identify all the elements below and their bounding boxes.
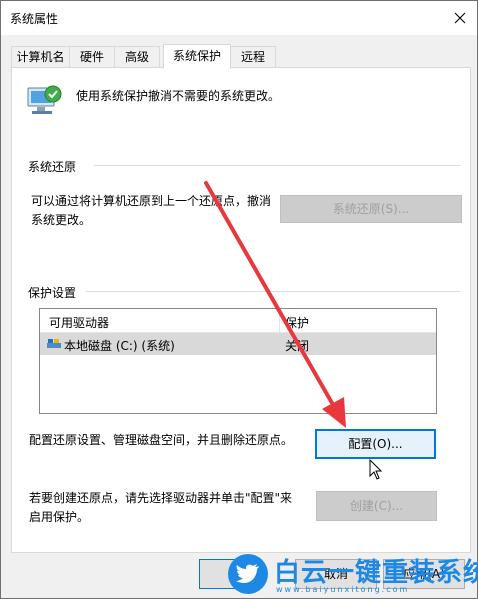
- system-restore-description: 可以通过将计算机还原到上一个还原点，撤消 系统更改。: [31, 192, 271, 230]
- system-properties-window: 系统属性 计算机名 硬件 高级 系统保护 远程 使用系统保护撤消不需要的系统更改…: [0, 0, 478, 599]
- watermark-logo: [228, 554, 268, 594]
- drive-row[interactable]: 本地磁盘 (C:) (系统) 关闭: [40, 333, 436, 355]
- system-restore-desc-line1: 可以通过将计算机还原到上一个还原点，撤消: [31, 194, 272, 208]
- drive-name: 本地磁盘 (C:) (系统): [64, 339, 175, 353]
- create-desc-line1: 若要创建还原点，请先选择驱动器并单击"配置"来: [29, 491, 293, 505]
- configure-button[interactable]: 配置(O)...: [315, 429, 436, 459]
- tab-system-protection[interactable]: 系统保护: [163, 44, 231, 69]
- create-button[interactable]: 创建(C)...: [316, 491, 437, 521]
- group-divider: [86, 291, 460, 292]
- drive-list-header: 可用驱动器 保护: [40, 309, 436, 333]
- window-title: 系统属性: [10, 12, 59, 26]
- column-separator: [279, 309, 280, 332]
- tab-hardware[interactable]: 硬件: [69, 46, 115, 67]
- watermark-url: www.baiyunxitong.com: [276, 585, 410, 594]
- column-header-drive[interactable]: 可用驱动器: [49, 314, 109, 331]
- protection-settings-group-label: 保护设置: [28, 286, 77, 300]
- system-restore-group-label: 系统还原: [28, 160, 77, 174]
- intro-text: 使用系统保护撤消不需要的系统更改。: [76, 89, 281, 103]
- column-header-protection[interactable]: 保护: [285, 314, 309, 331]
- tab-computer-name[interactable]: 计算机名: [11, 46, 70, 67]
- drive-icon: [47, 339, 61, 348]
- tab-advanced[interactable]: 高级: [114, 46, 160, 67]
- system-restore-desc-line2: 系统更改。: [31, 213, 92, 227]
- create-desc-line2: 启用保护。: [29, 510, 90, 524]
- drive-list[interactable]: 可用驱动器 保护 本地磁盘 (C:) (系统) 关闭: [39, 308, 437, 414]
- watermark: 白云一键重装系统 www.baiyunxitong.com: [218, 552, 478, 598]
- bird-icon: [236, 564, 259, 583]
- system-protection-panel: 使用系统保护撤消不需要的系统更改。 系统还原 可以通过将计算机还原到上一个还原点…: [11, 67, 471, 553]
- drive-protection-status: 关闭: [285, 339, 310, 353]
- configure-description: 配置还原设置、管理磁盘空间，并且删除还原点。: [29, 433, 294, 447]
- close-button[interactable]: [443, 1, 477, 35]
- system-protection-icon: [27, 85, 62, 114]
- group-divider: [94, 165, 460, 166]
- system-restore-button[interactable]: 系统还原(S)...: [280, 195, 462, 223]
- watermark-title: 白云一键重装系统: [274, 558, 478, 588]
- tab-remote[interactable]: 远程: [230, 46, 276, 67]
- mouse-cursor-icon: [369, 459, 383, 480]
- title-bar: 系统属性: [1, 1, 477, 35]
- create-description: 若要创建还原点，请先选择驱动器并单击"配置"来 启用保护。: [29, 489, 292, 527]
- close-icon: [454, 12, 466, 24]
